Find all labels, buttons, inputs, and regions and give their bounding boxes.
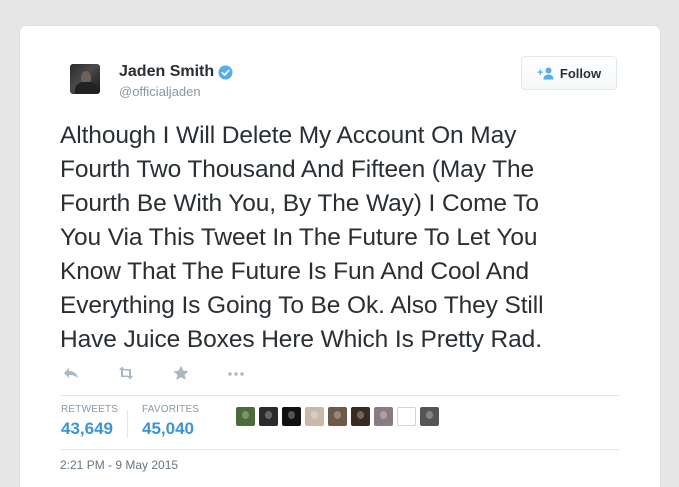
avatar-head xyxy=(426,411,433,419)
favoriter-avatar[interactable] xyxy=(397,407,416,426)
add-user-icon: + xyxy=(537,67,554,79)
name-row: Jaden Smith xyxy=(119,63,233,81)
avatar-head xyxy=(357,411,364,419)
stats-top-divider xyxy=(60,395,620,396)
reply-icon[interactable] xyxy=(62,365,80,381)
tweet-line: Know That The Future Is Fun And Cool And xyxy=(60,258,530,285)
retweets-stat[interactable]: RETWEETS 43,649 xyxy=(61,404,118,439)
avatar-head xyxy=(265,411,272,419)
tweet-card: Jaden Smith @officialjaden + Follow Alth… xyxy=(20,26,660,487)
tweet-timestamp[interactable]: 2:21 PM - 9 May 2015 xyxy=(60,458,178,472)
tweet-actions xyxy=(62,365,282,381)
avatar-head xyxy=(380,411,387,419)
favorite-star-icon[interactable] xyxy=(172,365,190,381)
tweet-line: Have Juice Boxes Here Which Is Pretty Ra… xyxy=(60,326,542,353)
favoriter-avatar[interactable] xyxy=(328,407,347,426)
favoriter-avatar[interactable] xyxy=(420,407,439,426)
follow-button[interactable]: + Follow xyxy=(521,56,617,90)
retweet-icon[interactable] xyxy=(117,365,135,381)
tweet-line: Although I Will Delete My Account On May xyxy=(60,122,517,149)
favoriter-avatar[interactable] xyxy=(259,407,278,426)
favorites-stat[interactable]: FAVORITES 45,040 xyxy=(142,404,199,439)
user-handle[interactable]: @officialjaden xyxy=(119,84,201,99)
favorites-count: 45,040 xyxy=(142,419,194,438)
favoriter-avatar[interactable] xyxy=(236,407,255,426)
stats-bottom-divider xyxy=(60,449,620,450)
tweet-line: Fourth Be With You, By The Way) I Come T… xyxy=(60,190,539,217)
stat-separator xyxy=(127,410,128,438)
tweet-line: You Via This Tweet In The Future To Let … xyxy=(60,224,538,251)
user-avatar[interactable] xyxy=(70,64,100,94)
display-name[interactable]: Jaden Smith xyxy=(119,63,214,81)
svg-text:+: + xyxy=(537,67,543,79)
avatar-head xyxy=(242,411,249,419)
avatar-head xyxy=(288,411,295,419)
retweets-count: 43,649 xyxy=(61,419,113,438)
favoriter-avatar[interactable] xyxy=(305,407,324,426)
avatar-head xyxy=(334,411,341,419)
favorites-label: FAVORITES xyxy=(142,404,200,415)
avatar-head xyxy=(311,411,318,419)
tweet-text: Although I Will Delete My Account On May… xyxy=(60,119,640,357)
follow-button-label: Follow xyxy=(559,65,602,81)
tweet-line: Everything Is Going To Be Ok. Also They … xyxy=(60,292,544,319)
favoriter-avatars xyxy=(236,407,443,426)
retweets-label: RETWEETS xyxy=(61,404,119,415)
tweet-line: Fourth Two Thousand And Fifteen (May The xyxy=(60,156,535,183)
verified-badge-icon xyxy=(218,64,233,80)
favoriter-avatar[interactable] xyxy=(282,407,301,426)
favoriter-avatar[interactable] xyxy=(374,407,393,426)
favoriter-avatar[interactable] xyxy=(351,407,370,426)
avatar-body xyxy=(75,82,97,94)
more-options-icon[interactable] xyxy=(227,365,245,381)
